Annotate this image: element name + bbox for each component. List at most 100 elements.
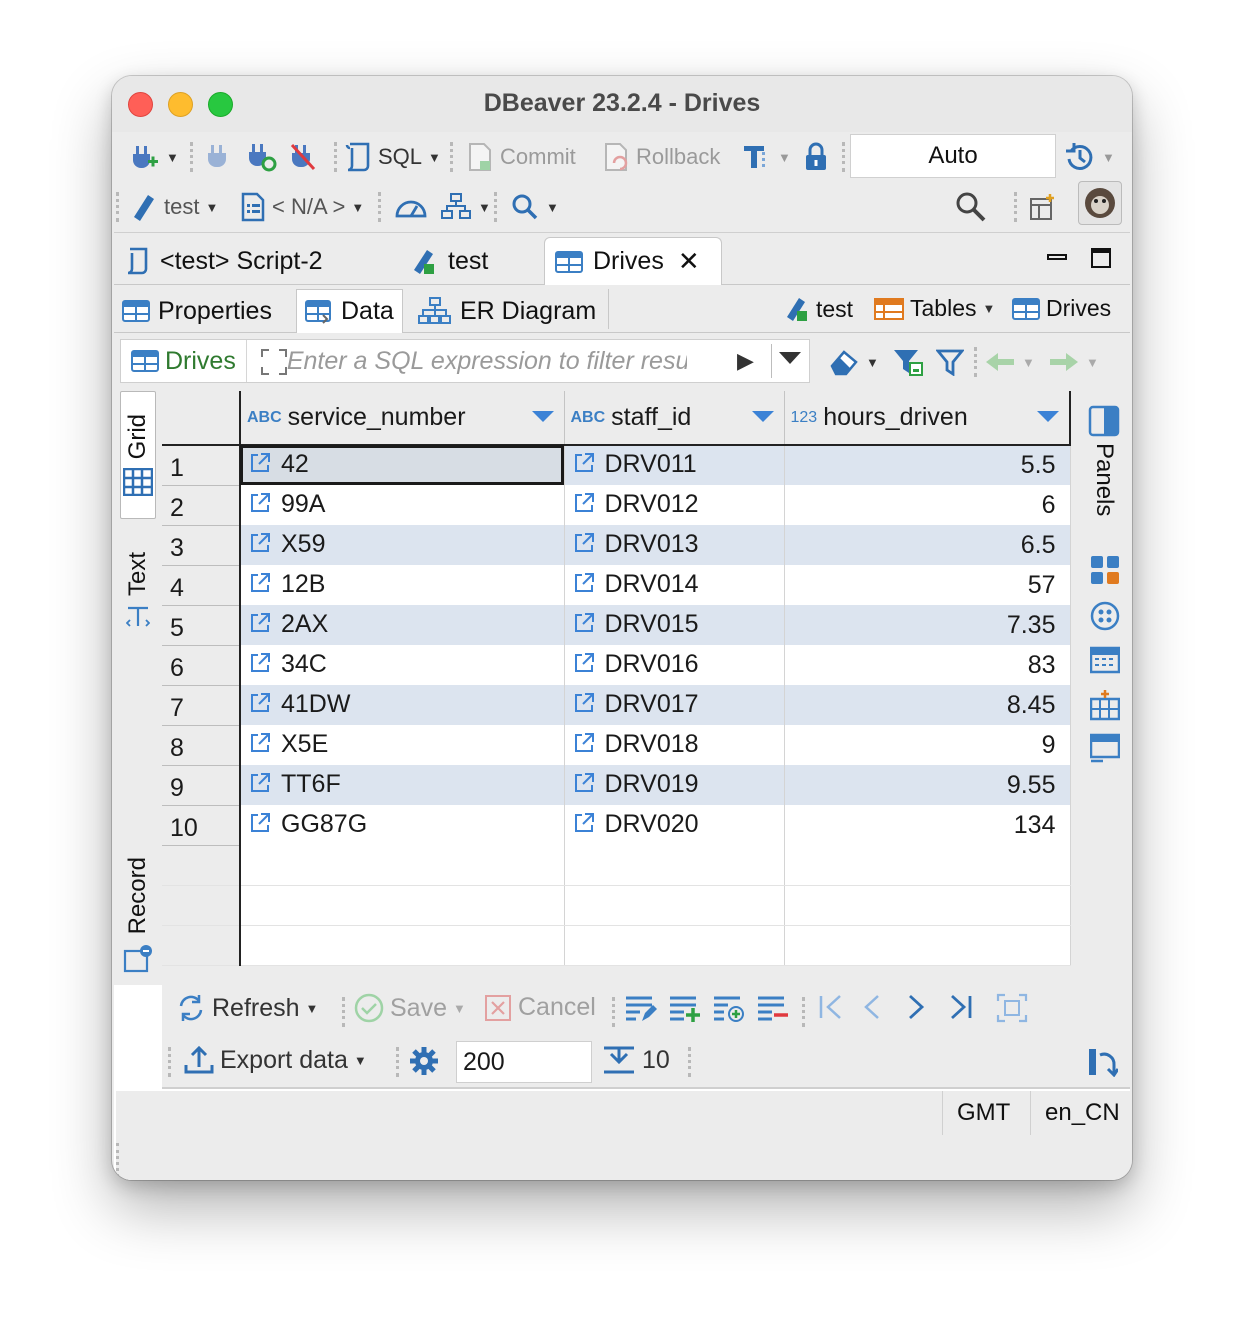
staff-id-cell[interactable]: DRV012 [564,485,785,525]
row-number-cell[interactable]: 6 [162,645,241,686]
open-link-icon[interactable] [249,612,271,641]
delete-row-button[interactable] [756,993,790,1023]
copy-row-button[interactable] [712,993,746,1023]
hours-driven-cell[interactable]: 57 [784,565,1071,605]
tab-drives[interactable]: Drives ✕ [544,237,722,285]
row-number-cell[interactable]: 9 [162,765,241,806]
sort-chevron-icon[interactable] [1037,411,1059,422]
minimize-panel-icon[interactable] [1046,247,1068,275]
table-row[interactable]: 10 GG87G DRV020 134 [162,805,1071,846]
navigator-button[interactable]: ▼ [440,188,491,226]
open-link-icon[interactable] [249,812,271,841]
add-row-button[interactable] [668,993,702,1023]
column-header-staff-id[interactable]: ABC staff_id [564,391,785,446]
edit-row-button[interactable] [624,993,658,1023]
service-number-cell[interactable]: 34C [240,645,565,685]
service-number-cell[interactable]: 2AX [240,605,565,645]
history-button[interactable]: ▼ [1064,138,1115,176]
result-settings-button[interactable] [408,1045,440,1077]
tab-er-diagram[interactable]: ER Diagram [410,289,604,333]
tab-properties[interactable]: Properties [114,289,280,333]
open-link-icon[interactable] [573,532,595,561]
open-link-icon[interactable] [573,732,595,761]
staff-id-cell[interactable]: DRV020 [564,805,785,845]
open-link-icon[interactable] [573,772,595,801]
sort-chevron-icon[interactable] [751,411,774,422]
references-icon[interactable] [1089,689,1121,726]
active-connection-selector[interactable]: test ▼ [130,188,218,226]
tab-test[interactable]: test [400,237,498,285]
timezone-status[interactable]: GMT [942,1091,1010,1135]
next-page-button[interactable] [906,993,926,1021]
grouping-icon[interactable] [1090,601,1120,636]
panels-toggle[interactable]: Panels [1088,405,1120,516]
tab-data[interactable]: Data [296,289,403,333]
open-link-icon[interactable] [573,812,595,841]
connect-button[interactable] [204,138,230,176]
hours-driven-cell[interactable]: 9 [784,725,1071,765]
perspective-button[interactable] [1028,188,1058,226]
dashboard-button[interactable] [394,188,428,226]
save-button[interactable]: Save ▼ [354,993,466,1023]
calculator-icon[interactable] [1090,555,1120,590]
staff-id-cell[interactable]: DRV018 [564,725,785,765]
table-row[interactable]: 1 42 DRV011 5.5 [162,445,1071,486]
hours-driven-cell[interactable]: 5.5 [784,445,1071,485]
sql-editor-button[interactable]: SQL ▼ [344,138,441,176]
forward-button[interactable]: ▼ [1048,343,1099,381]
lock-button[interactable] [802,138,830,176]
hours-driven-cell[interactable]: 6.5 [784,525,1071,565]
table-row[interactable]: 9 TT6F DRV019 9.55 [162,765,1071,806]
active-schema-selector[interactable]: < N/A > ▼ [240,188,364,226]
search-button[interactable]: ▼ [510,188,559,226]
dbeaver-perspective-button[interactable] [1078,181,1122,225]
filter-history-chevron-icon[interactable] [779,352,801,364]
row-number-cell[interactable]: 5 [162,605,241,646]
service-number-cell[interactable]: X59 [240,525,565,565]
commit-button[interactable]: Commit [466,138,576,176]
play-arrow-icon[interactable]: ▶ [737,348,754,374]
tab-text[interactable]: Text [120,541,156,641]
row-number-cell[interactable]: 4 [162,565,241,606]
transaction-mode-button[interactable]: ▼ [742,138,791,176]
previous-page-button[interactable] [862,993,882,1021]
service-number-cell[interactable]: 42 [240,445,565,485]
filter-input[interactable]: Drives Enter a SQL expression to filter … [120,339,810,383]
row-number-cell[interactable]: 10 [162,805,241,846]
tab-grid[interactable]: Grid [120,391,156,519]
column-header-service-number[interactable]: ABC service_number [240,391,565,446]
table-row[interactable]: 3 X59 DRV013 6.5 [162,525,1071,566]
close-tab-icon[interactable]: ✕ [678,246,700,277]
filter-button[interactable] [936,343,964,381]
hours-driven-cell[interactable]: 83 [784,645,1071,685]
open-link-icon[interactable] [573,692,595,721]
row-number-cell[interactable]: 2 [162,485,241,526]
open-link-icon[interactable] [249,572,271,601]
table-row[interactable]: 6 34C DRV016 83 [162,645,1071,686]
open-link-icon[interactable] [573,572,595,601]
clear-filter-button[interactable]: ▼ [828,343,879,381]
back-button[interactable]: ▼ [984,343,1035,381]
staff-id-cell[interactable]: DRV016 [564,645,785,685]
locale-status[interactable]: en_CN [1030,1091,1120,1135]
global-search-button[interactable] [954,188,988,226]
context-connection-link[interactable]: test [784,295,853,323]
maximize-panel-icon[interactable] [1090,247,1112,275]
open-link-icon[interactable] [249,732,271,761]
table-row[interactable]: 8 X5E DRV018 9 [162,725,1071,766]
staff-id-cell[interactable]: DRV015 [564,605,785,645]
rollback-button[interactable]: Rollback [602,138,720,176]
staff-id-cell[interactable]: DRV011 [564,445,785,485]
expand-icon[interactable] [259,347,289,377]
metadata-icon[interactable] [1089,645,1121,680]
service-number-cell[interactable]: GG87G [240,805,565,845]
row-number-cell[interactable]: 1 [162,445,241,486]
column-header-hours-driven[interactable]: 123 hours_driven [784,391,1071,446]
open-link-icon[interactable] [573,612,595,641]
tab-script-2[interactable]: <test> Script-2 [114,237,333,285]
open-link-icon[interactable] [249,452,271,481]
last-page-button[interactable] [948,993,974,1021]
fetch-all-button[interactable] [996,993,1028,1023]
hours-driven-cell[interactable]: 8.45 [784,685,1071,725]
open-link-icon[interactable] [249,532,271,561]
